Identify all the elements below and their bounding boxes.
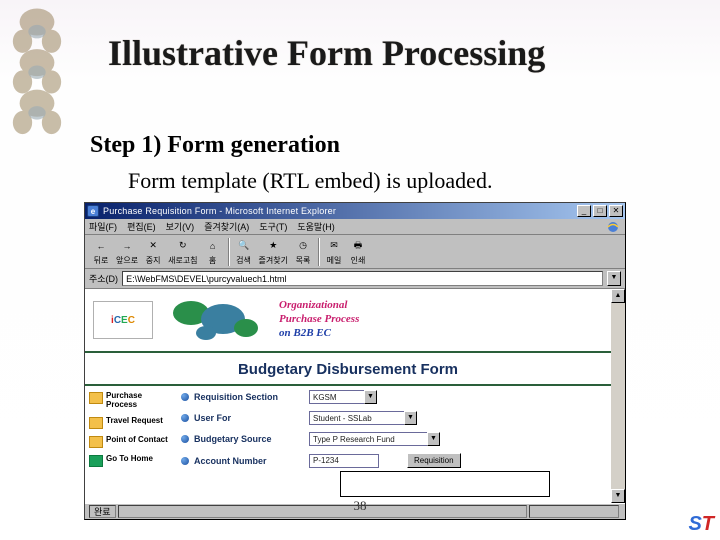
requisition-section-select[interactable]: KGSM▼ xyxy=(309,390,377,404)
form-fields: Requisition Section KGSM▼ User For Stude… xyxy=(177,386,611,480)
home-icon xyxy=(89,455,103,467)
history-button[interactable]: ◷목록 xyxy=(291,237,315,267)
address-input[interactable] xyxy=(122,271,603,286)
forward-button[interactable]: →앞으로 xyxy=(113,237,141,267)
menu-help[interactable]: 도움말(H) xyxy=(297,220,334,233)
scroll-down-icon[interactable]: ▼ xyxy=(611,489,625,503)
mail-button[interactable]: ✉메일 xyxy=(322,237,346,267)
toolbar: ←뒤로 →앞으로 ✕중지 ↻새로고침 ⌂홈 🔍검색 ★즐겨찾기 ◷목록 ✉메일 … xyxy=(85,235,625,269)
address-dropdown-icon[interactable]: ▼ xyxy=(607,271,621,286)
row-account-number: Account Number P-1234 Requisition xyxy=(177,453,611,468)
step-description: Form template (RTL embed) is uploaded. xyxy=(128,168,492,194)
menu-tools[interactable]: 도구(T) xyxy=(259,220,287,233)
nav-purchase-process[interactable]: Purchase Process xyxy=(89,392,173,410)
corner-logo: ST xyxy=(688,513,714,536)
bullet-icon xyxy=(181,435,189,443)
window-title: Purchase Requisition Form - Microsoft In… xyxy=(103,206,577,216)
world-map-icon xyxy=(161,293,271,347)
maximize-button[interactable]: □ xyxy=(593,205,607,217)
menu-file[interactable]: 파일(F) xyxy=(89,220,117,233)
field-label: User For xyxy=(194,413,304,423)
field-label: Budgetary Source xyxy=(194,434,304,444)
address-label: 주소(D) xyxy=(89,272,118,285)
page-banner: iCEC Organizational Purchase Process on … xyxy=(85,289,611,353)
field-label: Requisition Section xyxy=(194,392,304,402)
titlebar: e Purchase Requisition Form - Microsoft … xyxy=(85,203,625,219)
bullet-icon xyxy=(181,457,189,465)
folder-icon xyxy=(89,417,103,429)
stop-button[interactable]: ✕중지 xyxy=(141,237,165,267)
menu-fav[interactable]: 즐겨찾기(A) xyxy=(204,220,249,233)
chevron-down-icon: ▼ xyxy=(364,390,377,404)
chevron-down-icon: ▼ xyxy=(427,432,440,446)
slide-title: Illustrative Form Processing xyxy=(108,32,545,74)
scroll-up-icon[interactable]: ▲ xyxy=(611,289,625,303)
chevron-down-icon: ▼ xyxy=(404,411,417,425)
nav-go-home[interactable]: Go To Home xyxy=(89,455,173,467)
bullet-icon xyxy=(181,414,189,422)
search-button[interactable]: 🔍검색 xyxy=(232,237,256,267)
nav-point-of-contact[interactable]: Point of Contact xyxy=(89,436,173,448)
vertical-scrollbar[interactable]: ▲ ▼ xyxy=(611,289,625,503)
back-button[interactable]: ←뒤로 xyxy=(89,237,113,267)
slide-left-ornament xyxy=(8,0,66,160)
row-budgetary-source: Budgetary Source Type P Research Fund▼ xyxy=(177,432,611,446)
row-user-for: User For Student - SSLab▼ xyxy=(177,411,611,425)
browser-window: e Purchase Requisition Form - Microsoft … xyxy=(84,202,626,520)
icec-logo: iCEC xyxy=(93,301,153,339)
budgetary-source-select[interactable]: Type P Research Fund▼ xyxy=(309,432,440,446)
print-button[interactable]: 🖶인쇄 xyxy=(346,237,370,267)
requisition-button[interactable]: Requisition xyxy=(407,453,461,468)
address-bar: 주소(D) ▼ xyxy=(85,269,625,289)
minimize-button[interactable]: _ xyxy=(577,205,591,217)
favorites-button[interactable]: ★즐겨찾기 xyxy=(256,237,291,267)
banner-text: Organizational Purchase Process on B2B E… xyxy=(279,299,359,340)
row-requisition-section: Requisition Section KGSM▼ xyxy=(177,390,611,404)
user-for-select[interactable]: Student - SSLab▼ xyxy=(309,411,417,425)
slide-page-number: 38 xyxy=(354,498,367,514)
form-title: Budgetary Disbursement Form xyxy=(85,353,611,386)
menu-edit[interactable]: 편집(E) xyxy=(127,220,156,233)
page-content: iCEC Organizational Purchase Process on … xyxy=(85,289,611,503)
account-number-input[interactable]: P-1234 xyxy=(309,454,379,468)
nav-travel-request[interactable]: Travel Request xyxy=(89,417,173,429)
left-nav: Purchase Process Travel Request Point of… xyxy=(85,386,177,480)
close-button[interactable]: ✕ xyxy=(609,205,623,217)
folder-icon xyxy=(89,392,103,404)
folder-icon xyxy=(89,436,103,448)
home-button[interactable]: ⌂홈 xyxy=(201,237,225,267)
step-heading: Step 1) Form generation xyxy=(90,132,340,159)
menubar: 파일(F) 편집(E) 보기(V) 즐겨찾기(A) 도구(T) 도움말(H) xyxy=(85,219,625,235)
status-text: 완료 xyxy=(89,505,116,518)
refresh-button[interactable]: ↻새로고침 xyxy=(165,237,200,267)
ie-logo-icon xyxy=(605,220,621,234)
field-label: Account Number xyxy=(194,456,304,466)
ie-icon: e xyxy=(87,205,99,217)
bullet-icon xyxy=(181,393,189,401)
menu-view[interactable]: 보기(V) xyxy=(166,220,195,233)
